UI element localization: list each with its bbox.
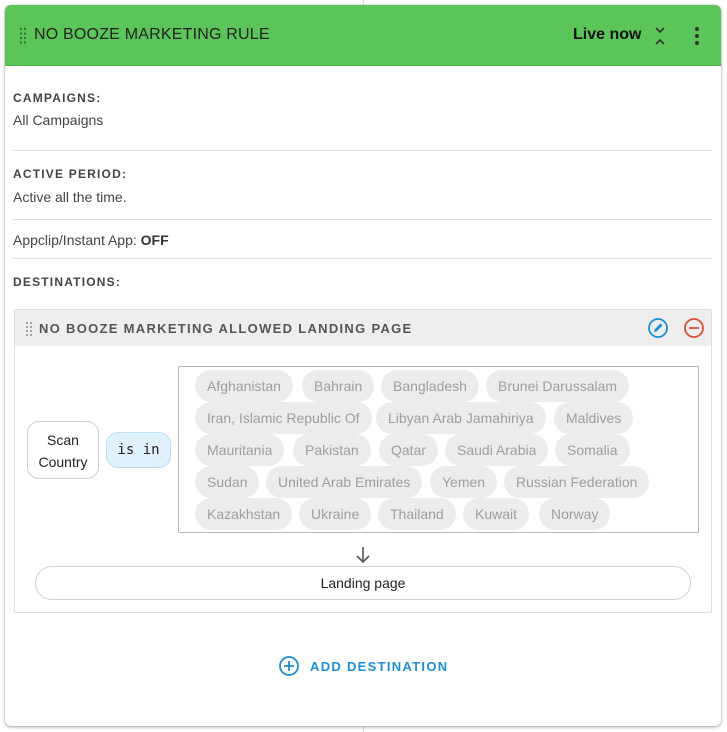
country-chip[interactable]: Bangladesh bbox=[381, 370, 479, 402]
country-chip[interactable]: Norway bbox=[539, 498, 611, 530]
more-vertical-icon[interactable] bbox=[690, 25, 704, 47]
rule-title: NO BOOZE MARKETING RULE bbox=[34, 26, 270, 43]
collapse-icon[interactable] bbox=[653, 25, 667, 47]
divider bbox=[13, 150, 712, 151]
country-chip[interactable]: Mauritania bbox=[195, 434, 285, 466]
arrow-down-icon bbox=[356, 547, 370, 564]
country-chip[interactable]: Kazakhstan bbox=[195, 498, 293, 530]
country-chip[interactable]: Iran, Islamic Republic Of bbox=[195, 402, 372, 434]
country-chip[interactable]: Yemen bbox=[430, 466, 498, 498]
country-chip[interactable]: Maldives bbox=[554, 402, 634, 434]
scan-label: Scan bbox=[47, 432, 79, 448]
campaigns-value: All Campaigns bbox=[13, 112, 104, 128]
country-chip[interactable]: Qatar bbox=[379, 434, 439, 466]
divider bbox=[13, 219, 712, 220]
add-circle-icon bbox=[279, 656, 299, 676]
active-period-label: ACTIVE PERIOD: bbox=[13, 167, 128, 181]
appclip-setting: Appclip/Instant App: OFF bbox=[13, 232, 169, 248]
divider bbox=[13, 258, 712, 259]
country-chip[interactable]: Somalia bbox=[555, 434, 630, 466]
drag-handle-icon[interactable] bbox=[19, 27, 27, 45]
active-period-value: Active all the time. bbox=[13, 189, 127, 205]
operator-button[interactable]: is in bbox=[106, 432, 171, 468]
countries-list[interactable]: Afghanistan Bahrain Bangladesh Brunei Da… bbox=[178, 366, 699, 533]
edit-pencil-icon[interactable] bbox=[647, 317, 669, 339]
country-chip[interactable]: Ukraine bbox=[299, 498, 372, 530]
appclip-value: OFF bbox=[140, 232, 169, 248]
add-destination-label: ADD DESTINATION bbox=[310, 659, 449, 674]
country-chip[interactable]: Libyan Arab Jamahiriya bbox=[376, 402, 546, 434]
campaigns-label: CAMPAIGNS: bbox=[13, 91, 102, 105]
country-chip[interactable]: Brunei Darussalam bbox=[486, 370, 630, 402]
remove-circle-icon[interactable] bbox=[683, 317, 705, 339]
status-badge: Live now bbox=[573, 26, 642, 43]
scan-country-button[interactable]: Scan Country bbox=[27, 421, 99, 479]
country-chip[interactable]: Pakistan bbox=[293, 434, 371, 466]
country-chip[interactable]: Afghanistan bbox=[195, 370, 293, 402]
appclip-label: Appclip/Instant App: bbox=[13, 232, 137, 248]
destination-card: NO BOOZE MARKETING ALLOWED LANDING PAGE … bbox=[14, 309, 712, 613]
drag-handle-icon[interactable] bbox=[25, 321, 33, 337]
rule-header: NO BOOZE MARKETING RULE Live now bbox=[5, 5, 721, 66]
country-chip[interactable]: Russian Federation bbox=[504, 466, 650, 498]
country-chip[interactable]: Bahrain bbox=[302, 370, 375, 402]
destination-title: NO BOOZE MARKETING ALLOWED LANDING PAGE bbox=[39, 321, 413, 336]
destinations-label: DESTINATIONS: bbox=[13, 275, 122, 289]
country-label: Country bbox=[38, 454, 88, 470]
country-chip[interactable]: Thailand bbox=[378, 498, 456, 530]
country-chip[interactable]: Kuwait bbox=[463, 498, 530, 530]
country-chip[interactable]: United Arab Emirates bbox=[266, 466, 423, 498]
country-chip[interactable]: Sudan bbox=[195, 466, 260, 498]
destination-header: NO BOOZE MARKETING ALLOWED LANDING PAGE bbox=[15, 310, 711, 346]
rule-card: NO BOOZE MARKETING RULE Live now CAMPAIG… bbox=[5, 5, 721, 726]
landing-page-button[interactable]: Landing page bbox=[35, 566, 691, 600]
country-chip[interactable]: Saudi Arabia bbox=[445, 434, 549, 466]
